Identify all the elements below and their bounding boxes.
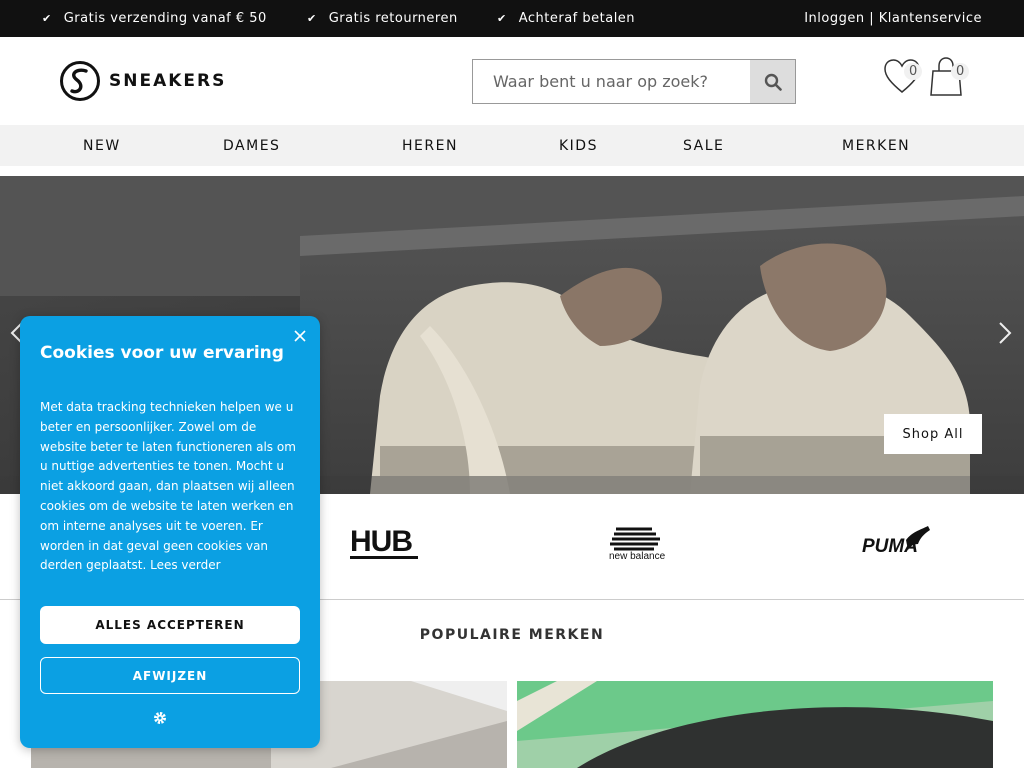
accept-all-button[interactable]: ALLES ACCEPTEREN	[40, 606, 300, 644]
check-icon: ✔	[307, 12, 317, 25]
search-bar	[472, 59, 796, 104]
search-icon	[764, 73, 782, 91]
cookie-title: Cookies voor uw ervaring	[40, 343, 284, 363]
cart-count: 0	[951, 63, 970, 80]
usp-label: Achteraf betalen	[518, 11, 636, 26]
usp-label: Gratis retourneren	[328, 11, 458, 26]
shop-all-button[interactable]: Shop All	[884, 414, 982, 454]
check-icon: ✔	[42, 12, 52, 25]
site-logo[interactable]: SNEAKERS	[59, 60, 226, 102]
cookie-body: Met data tracking technieken helpen we u…	[40, 400, 296, 573]
search-input[interactable]	[473, 60, 750, 103]
gear-icon[interactable]	[153, 711, 167, 725]
nav-item-dames[interactable]: DAMES	[223, 138, 280, 154]
brand-logo-new-balance[interactable]: new balance	[608, 524, 674, 562]
logo-text: SNEAKERS	[109, 71, 227, 91]
customer-service-link[interactable]: Klantenservice	[879, 11, 982, 26]
login-link[interactable]: Inloggen	[804, 11, 864, 26]
main-nav: NEW DAMES HEREN KIDS SALE MERKEN	[0, 125, 1024, 166]
usp-free-returns: ✔ Gratis retourneren	[307, 11, 458, 26]
cart-button[interactable]: 0	[929, 57, 970, 101]
close-icon[interactable]	[292, 328, 308, 344]
cookie-consent-dialog: Cookies voor uw ervaring Met data tracki…	[20, 316, 320, 748]
nav-item-kids[interactable]: KIDS	[559, 138, 598, 154]
wishlist-button[interactable]: 0	[883, 57, 923, 101]
site-header: SNEAKERS 0 0	[0, 37, 1024, 125]
usp-free-shipping: ✔ Gratis verzending vanaf € 50	[42, 11, 267, 26]
top-bar: ✔ Gratis verzending vanaf € 50 ✔ Gratis …	[0, 0, 1024, 37]
wishlist-count: 0	[904, 63, 923, 80]
nav-item-merken[interactable]: MERKEN	[842, 138, 910, 154]
chevron-right-icon[interactable]	[998, 321, 1012, 345]
brand-logo-hub[interactable]: HUB	[350, 524, 420, 560]
account-separator: |	[864, 11, 879, 26]
nav-item-new[interactable]: NEW	[83, 138, 121, 154]
check-icon: ✔	[497, 12, 507, 25]
nav-item-heren[interactable]: HEREN	[402, 138, 458, 154]
brand-logo-puma[interactable]: PUMA	[862, 524, 932, 558]
promo-tile-right[interactable]	[517, 681, 993, 768]
brand-newbalance-text: new balance	[609, 551, 666, 562]
usp-label: Gratis verzending vanaf € 50	[63, 11, 267, 26]
decline-button[interactable]: AFWIJZEN	[40, 657, 300, 694]
logo-mark-icon	[60, 61, 100, 101]
promo-image-right	[517, 681, 993, 768]
nav-item-sale[interactable]: SALE	[683, 138, 724, 154]
usp-pay-later: ✔ Achteraf betalen	[497, 11, 635, 26]
search-button[interactable]	[750, 60, 795, 103]
account-links: Inloggen | Klantenservice	[804, 11, 982, 26]
brand-hub-text: HUB	[350, 525, 412, 558]
